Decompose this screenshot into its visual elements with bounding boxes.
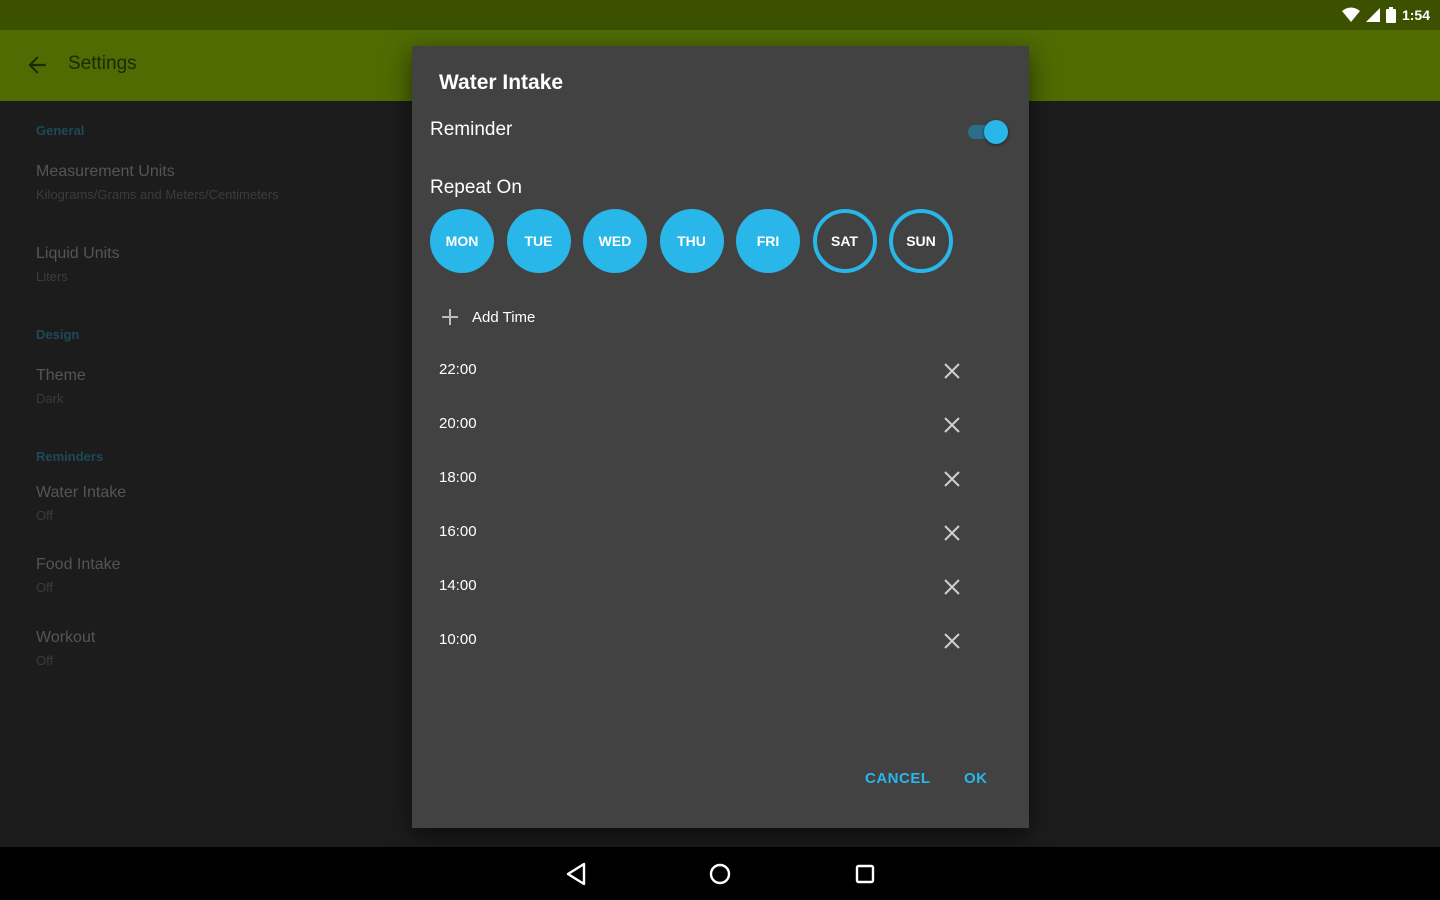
time-value: 10:00 (439, 631, 477, 648)
day-label: TUE (524, 233, 553, 249)
day-label: FRI (756, 233, 780, 249)
pref-title: Liquid Units (36, 245, 120, 262)
time-value: 16:00 (439, 523, 477, 540)
time-value: 14:00 (439, 577, 477, 594)
reminder-toggle[interactable] (968, 120, 1008, 144)
section-header-general: General (36, 123, 85, 138)
signal-icon (1365, 8, 1380, 22)
pref-title: Water Intake (36, 484, 127, 501)
status-time: 1:54 (1401, 7, 1430, 23)
wifi-icon (1341, 7, 1360, 22)
day-sat-button[interactable]: SAT (812, 209, 877, 273)
navigation-bar (0, 847, 1440, 900)
day-mon-button[interactable]: MON (430, 209, 494, 273)
pref-summary: Liters (36, 269, 68, 284)
day-thu-button[interactable]: THU (659, 209, 724, 273)
time-row: 18:00 (412, 459, 1029, 499)
pref-summary: Off (36, 580, 54, 595)
close-icon[interactable] (940, 413, 964, 437)
pref-title: Theme (36, 367, 86, 384)
repeat-on-label: Repeat On (430, 177, 522, 198)
section-header-reminders: Reminders (36, 449, 104, 464)
day-label: SAT (831, 233, 858, 249)
app-title: Settings (68, 53, 137, 74)
close-icon[interactable] (940, 521, 964, 545)
day-label: SUN (906, 233, 936, 249)
pref-summary: Off (36, 508, 54, 523)
close-icon[interactable] (940, 629, 964, 653)
time-row: 10:00 (412, 621, 1029, 661)
nav-recents-icon[interactable] (852, 861, 878, 887)
day-tue-button[interactable]: TUE (506, 209, 571, 273)
time-value: 20:00 (439, 415, 477, 432)
cancel-button[interactable]: CANCEL (865, 770, 931, 787)
reminder-label: Reminder (430, 119, 513, 140)
close-icon[interactable] (940, 575, 964, 599)
day-label: WED (598, 233, 632, 249)
day-label: MON (445, 233, 479, 249)
section-header-design: Design (36, 327, 80, 342)
time-row: 22:00 (412, 351, 1029, 391)
close-icon[interactable] (940, 359, 964, 383)
time-row: 14:00 (412, 567, 1029, 607)
settings-list: General Measurement Units Kilograms/Gram… (0, 101, 412, 847)
pref-summary: Off (36, 653, 54, 668)
arrow-back-icon[interactable] (24, 52, 50, 78)
screen: 1:54 Settings General Measurement Units … (0, 0, 1440, 900)
add-time-label: Add Time (472, 308, 536, 326)
pref-title: Food Intake (36, 556, 121, 573)
pref-title: Workout (36, 629, 96, 646)
day-fri-button[interactable]: FRI (736, 209, 800, 273)
dialog-title: Water Intake (439, 71, 564, 94)
switch-thumb (984, 120, 1008, 144)
time-value: 18:00 (439, 469, 477, 486)
nav-back-icon[interactable] (563, 861, 589, 887)
status-icons: 1:54 (1341, 5, 1430, 25)
nav-home-icon[interactable] (707, 861, 733, 887)
time-row: 20:00 (412, 405, 1029, 445)
add-time-button[interactable]: Add Time (440, 304, 535, 330)
close-icon[interactable] (940, 467, 964, 491)
time-row: 16:00 (412, 513, 1029, 553)
day-wed-button[interactable]: WED (583, 209, 647, 273)
pref-summary: Kilograms/Grams and Meters/Centimeters (36, 187, 279, 202)
ok-button[interactable]: OK (964, 770, 988, 787)
water-intake-dialog: Water Intake Reminder Repeat On MON TUE … (412, 46, 1029, 828)
time-value: 22:00 (439, 361, 477, 378)
pref-summary: Dark (36, 391, 64, 406)
status-bar: 1:54 (0, 0, 1440, 30)
plus-icon (442, 309, 458, 325)
battery-icon (1385, 7, 1396, 23)
day-sun-button[interactable]: SUN (889, 209, 953, 273)
pref-title: Measurement Units (36, 163, 175, 180)
day-label: THU (677, 233, 706, 249)
